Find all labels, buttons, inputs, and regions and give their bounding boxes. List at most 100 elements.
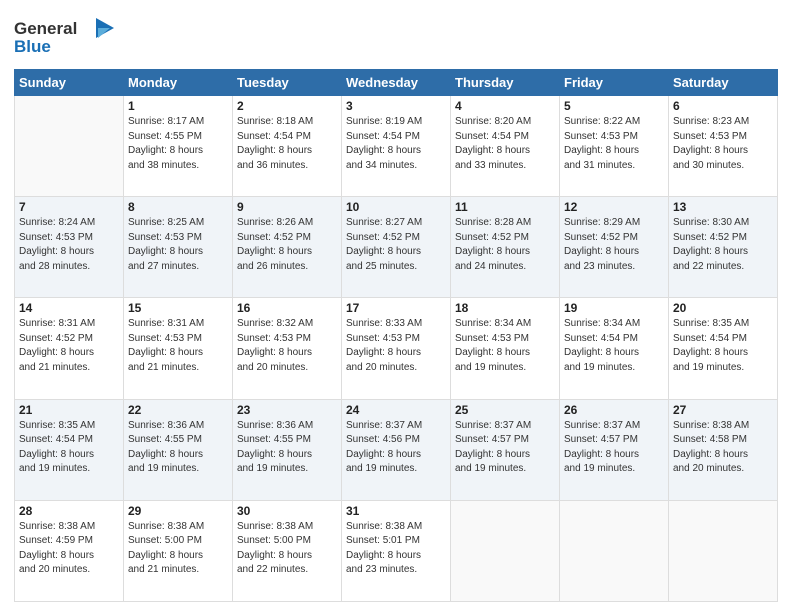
day-number: 3: [346, 99, 446, 113]
weekday-sunday: Sunday: [15, 70, 124, 96]
day-number: 2: [237, 99, 337, 113]
weekday-saturday: Saturday: [669, 70, 778, 96]
day-number: 17: [346, 301, 446, 315]
page: General Blue SundayMondayTuesdayWednesda…: [0, 0, 792, 612]
calendar-table: SundayMondayTuesdayWednesdayThursdayFrid…: [14, 69, 778, 602]
day-cell: 8 Sunrise: 8:25 AMSunset: 4:53 PMDaylight…: [124, 197, 233, 298]
day-cell: 19 Sunrise: 8:34 AMSunset: 4:54 PMDayligh…: [560, 298, 669, 399]
day-info: Sunrise: 8:22 AMSunset: 4:53 PMDaylight:…: [564, 115, 664, 173]
day-number: 30: [237, 504, 337, 518]
day-info: Sunrise: 8:29 AMSunset: 4:52 PMDaylight:…: [564, 216, 664, 274]
day-number: 10: [346, 200, 446, 214]
day-cell: 10 Sunrise: 8:27 AMSunset: 4:52 PMDayligh…: [342, 197, 451, 298]
weekday-tuesday: Tuesday: [233, 70, 342, 96]
week-row-5: 28Sunrise: 8:38 AMSunset: 4:59 PMDayligh…: [15, 500, 778, 601]
day-info: Sunrise: 8:36 AMSunset: 4:55 PMDaylight:…: [128, 419, 228, 477]
day-number: 11: [455, 200, 555, 214]
day-cell: 15 Sunrise: 8:31 AMSunset: 4:53 PMDayligh…: [124, 298, 233, 399]
day-info: Sunrise: 8:37 AMSunset: 4:57 PMDaylight:…: [564, 419, 664, 477]
day-info: Sunrise: 8:23 AMSunset: 4:53 PMDaylight:…: [673, 115, 773, 173]
day-info: Sunrise: 8:38 AMSunset: 5:00 PMDaylight:…: [128, 520, 228, 578]
day-number: 29: [128, 504, 228, 518]
day-cell: 27 Sunrise: 8:38 AMSunset: 4:58 PMDayligh…: [669, 399, 778, 500]
day-number: 7: [19, 200, 119, 214]
day-cell: 4 Sunrise: 8:20 AMSunset: 4:54 PMDaylight…: [451, 96, 560, 197]
week-row-1: 1 Sunrise: 8:17 AMSunset: 4:55 PMDaylight…: [15, 96, 778, 197]
day-cell: 13Sunrise: 8:30 AMSunset: 4:52 PMDayligh…: [669, 197, 778, 298]
day-number: 6: [673, 99, 773, 113]
day-cell: [560, 500, 669, 601]
day-cell: [15, 96, 124, 197]
day-number: 18: [455, 301, 555, 315]
day-number: 25: [455, 403, 555, 417]
day-info: Sunrise: 8:35 AMSunset: 4:54 PMDaylight:…: [673, 317, 773, 375]
day-info: Sunrise: 8:37 AMSunset: 4:57 PMDaylight:…: [455, 419, 555, 477]
day-cell: 11 Sunrise: 8:28 AMSunset: 4:52 PMDayligh…: [451, 197, 560, 298]
day-info: Sunrise: 8:38 AMSunset: 5:01 PMDaylight:…: [346, 520, 446, 578]
day-number: 13: [673, 200, 773, 214]
day-number: 26: [564, 403, 664, 417]
day-number: 28: [19, 504, 119, 518]
day-cell: 14 Sunrise: 8:31 AMSunset: 4:52 PMDayligh…: [15, 298, 124, 399]
day-cell: 21 Sunrise: 8:35 AMSunset: 4:54 PMDayligh…: [15, 399, 124, 500]
day-number: 27: [673, 403, 773, 417]
day-info: Sunrise: 8:25 AMSunset: 4:53 PMDaylight:…: [128, 216, 228, 274]
day-number: 23: [237, 403, 337, 417]
day-cell: 1 Sunrise: 8:17 AMSunset: 4:55 PMDaylight…: [124, 96, 233, 197]
day-number: 1: [128, 99, 228, 113]
day-info: Sunrise: 8:31 AMSunset: 4:53 PMDaylight:…: [128, 317, 228, 375]
day-info: Sunrise: 8:35 AMSunset: 4:54 PMDaylight:…: [19, 419, 119, 477]
day-cell: 12 Sunrise: 8:29 AMSunset: 4:52 PMDayligh…: [560, 197, 669, 298]
day-cell: 5 Sunrise: 8:22 AMSunset: 4:53 PMDaylight…: [560, 96, 669, 197]
weekday-thursday: Thursday: [451, 70, 560, 96]
day-info: Sunrise: 8:34 AMSunset: 4:53 PMDaylight:…: [455, 317, 555, 375]
svg-text:Blue: Blue: [14, 37, 51, 56]
day-info: Sunrise: 8:28 AMSunset: 4:52 PMDaylight:…: [455, 216, 555, 274]
weekday-wednesday: Wednesday: [342, 70, 451, 96]
day-info: Sunrise: 8:37 AMSunset: 4:56 PMDaylight:…: [346, 419, 446, 477]
day-info: Sunrise: 8:27 AMSunset: 4:52 PMDaylight:…: [346, 216, 446, 274]
day-cell: 23 Sunrise: 8:36 AMSunset: 4:55 PMDayligh…: [233, 399, 342, 500]
day-cell: 29 Sunrise: 8:38 AMSunset: 5:00 PMDayligh…: [124, 500, 233, 601]
day-number: 24: [346, 403, 446, 417]
day-cell: 25 Sunrise: 8:37 AMSunset: 4:57 PMDayligh…: [451, 399, 560, 500]
day-info: Sunrise: 8:18 AMSunset: 4:54 PMDaylight:…: [237, 115, 337, 173]
day-number: 14: [19, 301, 119, 315]
day-cell: 31 Sunrise: 8:38 AMSunset: 5:01 PMDayligh…: [342, 500, 451, 601]
day-cell: 24 Sunrise: 8:37 AMSunset: 4:56 PMDayligh…: [342, 399, 451, 500]
weekday-monday: Monday: [124, 70, 233, 96]
day-cell: 6 Sunrise: 8:23 AMSunset: 4:53 PMDaylight…: [669, 96, 778, 197]
day-info: Sunrise: 8:38 AMSunset: 4:58 PMDaylight:…: [673, 419, 773, 477]
day-cell: 17Sunrise: 8:33 AMSunset: 4:53 PMDayligh…: [342, 298, 451, 399]
day-number: 31: [346, 504, 446, 518]
weekday-friday: Friday: [560, 70, 669, 96]
week-row-4: 21 Sunrise: 8:35 AMSunset: 4:54 PMDayligh…: [15, 399, 778, 500]
day-cell: 22 Sunrise: 8:36 AMSunset: 4:55 PMDayligh…: [124, 399, 233, 500]
day-info: Sunrise: 8:32 AMSunset: 4:53 PMDaylight:…: [237, 317, 337, 375]
day-number: 19: [564, 301, 664, 315]
day-info: Sunrise: 8:31 AMSunset: 4:52 PMDaylight:…: [19, 317, 119, 375]
day-cell: 16Sunrise: 8:32 AMSunset: 4:53 PMDayligh…: [233, 298, 342, 399]
day-cell: 7Sunrise: 8:24 AMSunset: 4:53 PMDaylight…: [15, 197, 124, 298]
day-number: 5: [564, 99, 664, 113]
day-cell: 2 Sunrise: 8:18 AMSunset: 4:54 PMDaylight…: [233, 96, 342, 197]
day-info: Sunrise: 8:34 AMSunset: 4:54 PMDaylight:…: [564, 317, 664, 375]
weekday-header-row: SundayMondayTuesdayWednesdayThursdayFrid…: [15, 70, 778, 96]
logo: General Blue: [14, 14, 124, 63]
day-cell: 30 Sunrise: 8:38 AMSunset: 5:00 PMDayligh…: [233, 500, 342, 601]
logo-text: General Blue: [14, 14, 124, 63]
day-info: Sunrise: 8:38 AMSunset: 5:00 PMDaylight:…: [237, 520, 337, 578]
day-info: Sunrise: 8:20 AMSunset: 4:54 PMDaylight:…: [455, 115, 555, 173]
day-info: Sunrise: 8:17 AMSunset: 4:55 PMDaylight:…: [128, 115, 228, 173]
svg-text:General: General: [14, 19, 77, 38]
day-number: 4: [455, 99, 555, 113]
day-number: 21: [19, 403, 119, 417]
day-cell: 28Sunrise: 8:38 AMSunset: 4:59 PMDayligh…: [15, 500, 124, 601]
day-info: Sunrise: 8:36 AMSunset: 4:55 PMDaylight:…: [237, 419, 337, 477]
day-number: 15: [128, 301, 228, 315]
day-cell: [451, 500, 560, 601]
week-row-3: 14 Sunrise: 8:31 AMSunset: 4:52 PMDayligh…: [15, 298, 778, 399]
day-number: 22: [128, 403, 228, 417]
day-number: 8: [128, 200, 228, 214]
day-number: 12: [564, 200, 664, 214]
